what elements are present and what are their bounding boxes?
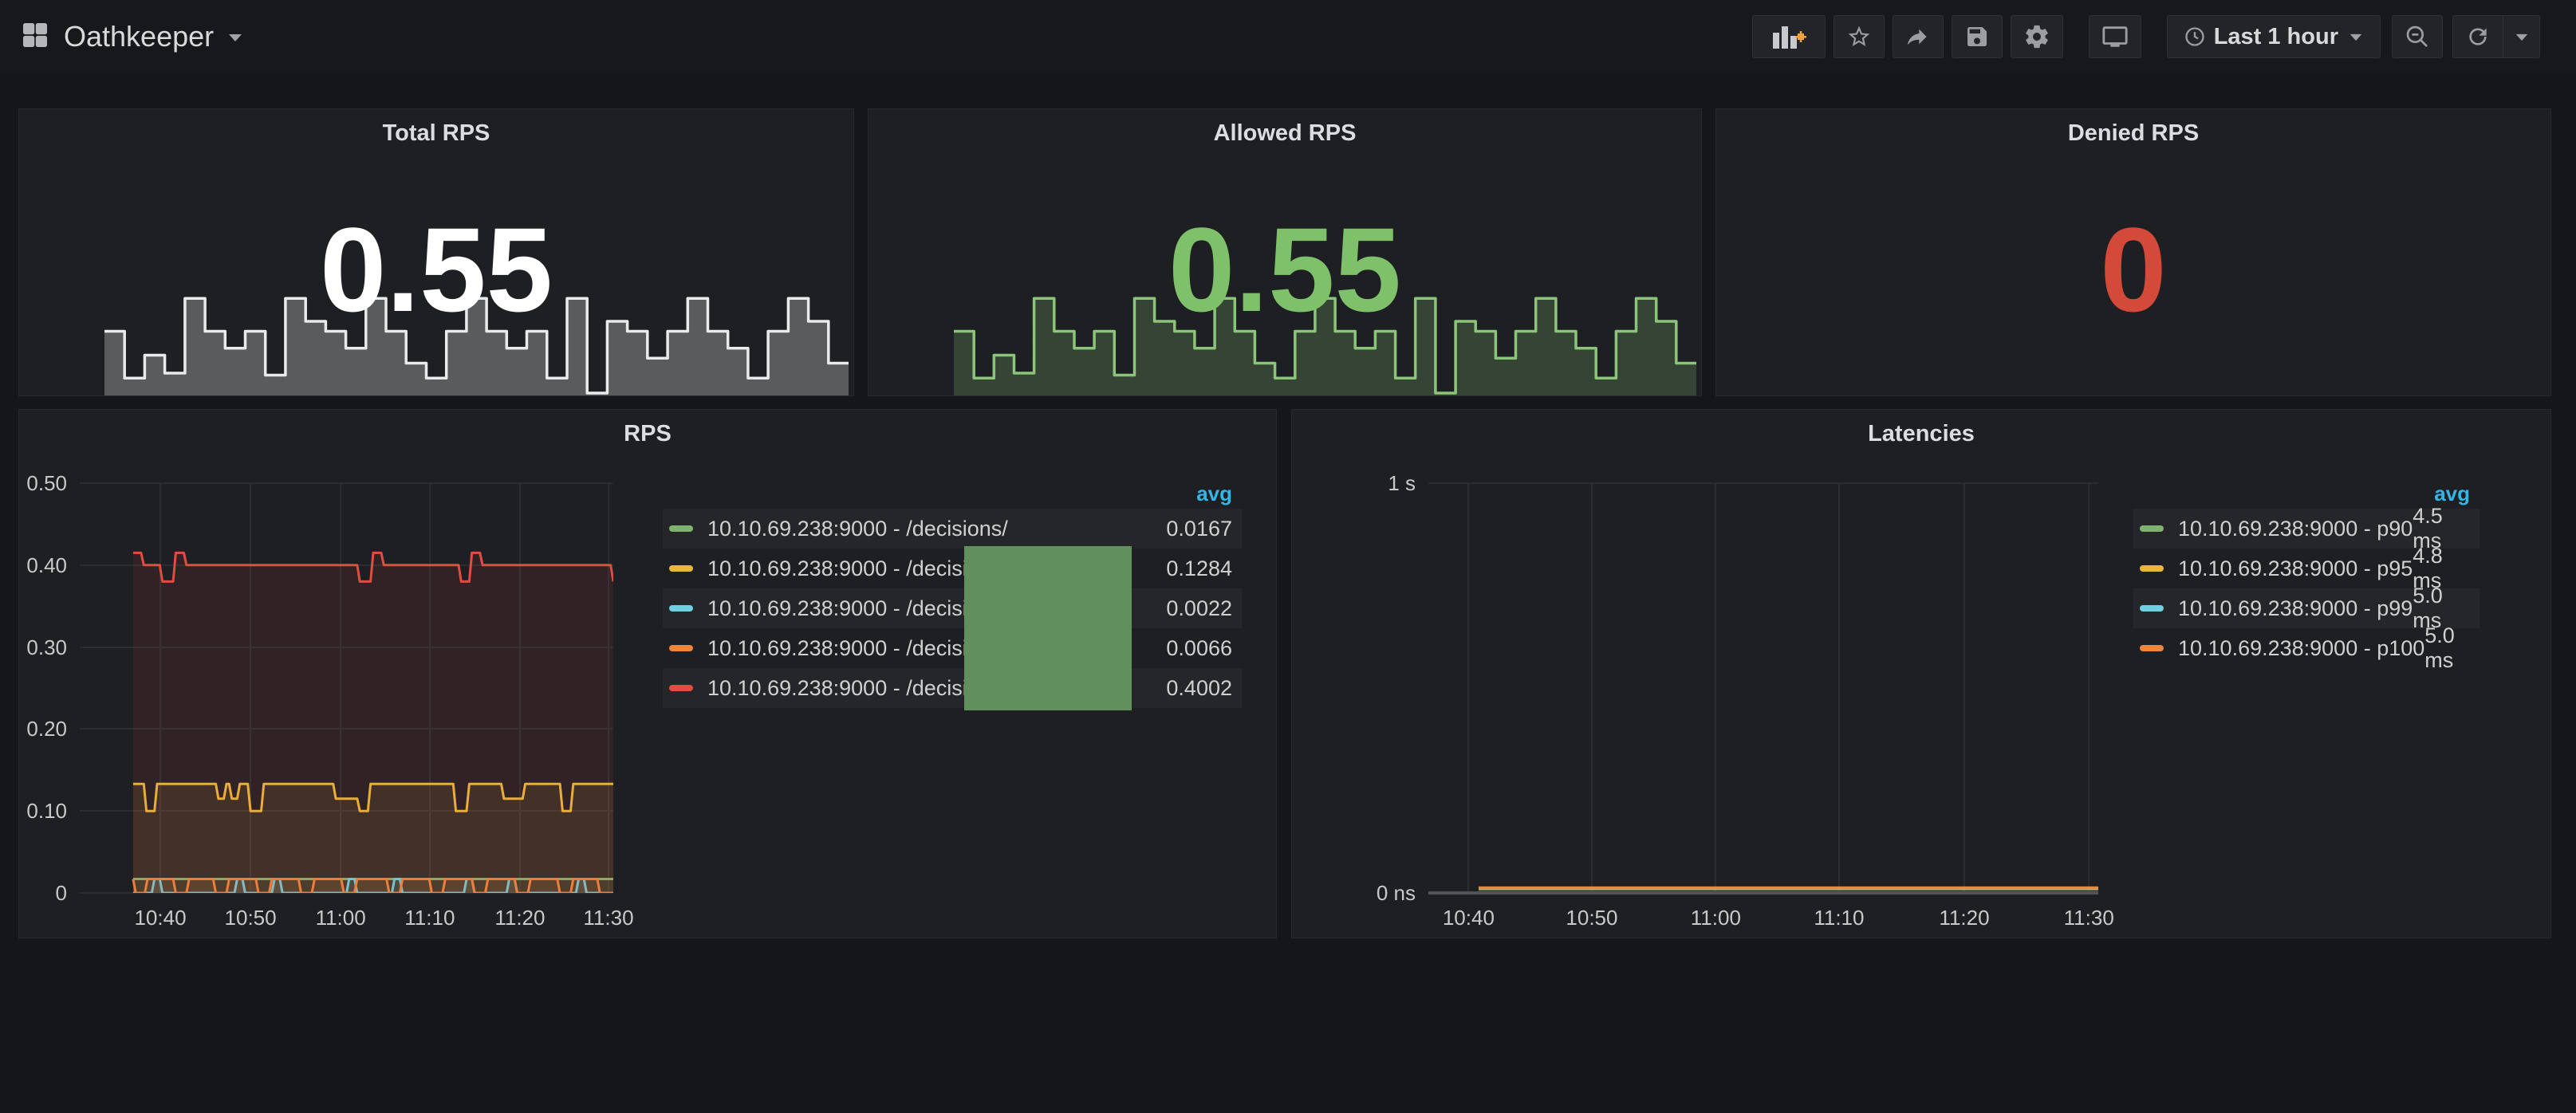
panel-title-denied-rps[interactable]: Denied RPS <box>1716 120 2550 147</box>
legend-avg-value: 0.0022 <box>1166 596 1232 621</box>
y-axis-label: 1 s <box>1296 471 1416 496</box>
y-axis-label: 0.10 <box>0 799 67 824</box>
y-axis-label: 0 <box>0 881 67 906</box>
legend-series-swatch-icon[interactable] <box>2140 605 2164 612</box>
legend-row[interactable]: 10.10.69.238:9000 - p995.0 ms <box>2133 588 2479 628</box>
rps-series-plot <box>80 483 613 893</box>
legend-series-label[interactable]: 10.10.69.238:9000 - p100 <box>2178 636 2424 661</box>
share-icon <box>1905 24 1931 49</box>
x-axis-label: 11:20 <box>1908 906 2020 930</box>
star-icon <box>1846 24 1872 49</box>
x-axis-label: 11:30 <box>553 906 664 930</box>
add-panel-button[interactable] <box>1752 15 1826 58</box>
cycle-view-button[interactable] <box>2089 15 2141 58</box>
legend-series-swatch-icon[interactable] <box>669 605 693 612</box>
legend-row[interactable]: 10.10.69.238:9000 - p1005.0 ms <box>2133 628 2479 668</box>
grafana-dashboard: Oathkeeper <box>0 0 2576 1113</box>
navbar-right: Last 1 hour <box>1744 15 2540 58</box>
panel-latencies-chart: Latencies 1 s 0 ns10:40 10:50 11:00 11:10 11:… <box>1291 409 2551 938</box>
legend-series-label[interactable]: 10.10.69.238:9000 - p95 <box>2178 556 2413 581</box>
green-overlay-box <box>964 546 1132 710</box>
gear-icon <box>2023 23 2050 50</box>
save-button[interactable] <box>1952 15 2003 58</box>
legend-series-label[interactable]: 10.10.69.238:9000 - p99 <box>2178 596 2413 621</box>
panel-title-total-rps[interactable]: Total RPS <box>19 120 853 147</box>
legend-row[interactable]: 10.10.69.238:9000 - /decisions/0.0022 <box>663 588 1242 628</box>
x-axis-line <box>1428 891 2098 895</box>
x-axis-label: 11:30 <box>2033 906 2145 930</box>
dashboard-caret-down-icon[interactable] <box>226 32 244 47</box>
panel-denied-rps: Denied RPS 0 <box>1715 108 2551 396</box>
refresh-button-group <box>2452 15 2540 58</box>
refresh-caret-down-icon <box>2514 32 2530 42</box>
stat-value-denied-rps: 0 <box>1716 210 2550 329</box>
panel-total-rps: Total RPS 0.55 <box>18 108 854 396</box>
legend-row[interactable]: 10.10.69.238:9000 - p954.8 ms <box>2133 549 2479 588</box>
panel-rps-chart: RPS 0.500.400.300.200.10010:4010:5011:00… <box>18 409 1277 938</box>
legend-series-swatch-icon[interactable] <box>2140 645 2164 651</box>
panel-title-rps[interactable]: RPS <box>19 421 1276 447</box>
x-axis-label: 10:40 <box>1412 906 1524 930</box>
zoom-out-button[interactable] <box>2392 15 2443 58</box>
share-button[interactable] <box>1893 15 1944 58</box>
settings-button[interactable] <box>2011 15 2063 58</box>
tv-monitor-icon <box>2101 23 2129 50</box>
panel-title-latencies[interactable]: Latencies <box>1292 421 2550 447</box>
add-panel-icon <box>1771 23 1806 50</box>
dashboard-title[interactable]: Oathkeeper <box>64 20 214 53</box>
legend-series-label[interactable]: 10.10.69.238:9000 - /decisions/ <box>707 636 1008 661</box>
refresh-interval-dropdown[interactable] <box>2503 15 2540 58</box>
time-range-caret-down-icon <box>2348 32 2364 42</box>
legend-avg-value: 0.4002 <box>1166 676 1232 701</box>
navbar: Oathkeeper <box>0 0 2576 73</box>
x-axis-label: 11:10 <box>1783 906 1895 930</box>
legend-series-swatch-icon[interactable] <box>669 525 693 532</box>
panel-allowed-rps: Allowed RPS 0.55 <box>868 108 1702 396</box>
legend-row[interactable]: 10.10.69.238:9000 - p904.5 ms <box>2133 509 2479 549</box>
legend-series-swatch-icon[interactable] <box>2140 565 2164 572</box>
legend-series-label[interactable]: 10.10.69.238:9000 - p90 <box>2178 517 2413 541</box>
legend-row[interactable]: 10.10.69.238:9000 - /decisions/0.1284 <box>663 549 1242 588</box>
legend-series-swatch-icon[interactable] <box>669 645 693 651</box>
legend-series-swatch-icon[interactable] <box>669 565 693 572</box>
latencies-series-plot <box>1428 483 2098 893</box>
legend-row[interactable]: 10.10.69.238:9000 - /decisions/0.0066 <box>663 628 1242 668</box>
clock-icon <box>2184 26 2206 48</box>
save-icon <box>1964 24 1990 49</box>
y-axis-label: 0 ns <box>1296 881 1416 906</box>
star-button[interactable] <box>1834 15 1885 58</box>
time-range-picker[interactable]: Last 1 hour <box>2167 15 2381 58</box>
y-axis-label: 0.20 <box>0 717 67 741</box>
legend-series-swatch-icon[interactable] <box>2140 525 2164 532</box>
rps-legend: avg10.10.69.238:9000 - /decisions/0.0167… <box>663 478 1242 708</box>
legend-avg-value: 0.1284 <box>1166 556 1232 581</box>
legend-avg-value: 5.0 ms <box>2424 623 2470 673</box>
legend-series-label[interactable]: 10.10.69.238:9000 - /decisions/ <box>707 676 1008 701</box>
time-range-label: Last 1 hour <box>2214 24 2338 50</box>
stat-value-allowed-rps: 0.55 <box>869 210 1701 329</box>
refresh-icon <box>2465 24 2491 49</box>
legend-series-swatch-icon[interactable] <box>669 685 693 691</box>
stat-value-total-rps: 0.55 <box>19 210 853 329</box>
legend-series-label[interactable]: 10.10.69.238:9000 - /decisions/ <box>707 596 1008 621</box>
y-axis-label: 0.50 <box>0 471 67 496</box>
zoom-out-icon <box>2405 24 2430 49</box>
legend-row[interactable]: 10.10.69.238:9000 - /decisions/0.4002 <box>663 668 1242 708</box>
y-axis-label: 0.40 <box>0 553 67 578</box>
latencies-legend: avg10.10.69.238:9000 - p904.5 ms10.10.69… <box>2133 478 2479 668</box>
refresh-button[interactable] <box>2452 15 2503 58</box>
panel-title-allowed-rps[interactable]: Allowed RPS <box>869 120 1701 147</box>
dashboard-grid-icon[interactable] <box>19 19 51 55</box>
navbar-left: Oathkeeper <box>19 19 244 55</box>
legend-avg-value: 0.0066 <box>1166 636 1232 661</box>
legend-series-label[interactable]: 10.10.69.238:9000 - /decisions/ <box>707 517 1008 541</box>
legend-series-label[interactable]: 10.10.69.238:9000 - /decisions/ <box>707 556 1008 581</box>
legend-row[interactable]: 10.10.69.238:9000 - /decisions/0.0167 <box>663 509 1242 549</box>
legend-avg-value: 0.0167 <box>1166 517 1232 541</box>
legend-avg-header[interactable]: avg <box>663 478 1242 509</box>
x-axis-label: 10:50 <box>1536 906 1648 930</box>
y-axis-label: 0.30 <box>0 635 67 660</box>
x-axis-label: 11:00 <box>1660 906 1771 930</box>
